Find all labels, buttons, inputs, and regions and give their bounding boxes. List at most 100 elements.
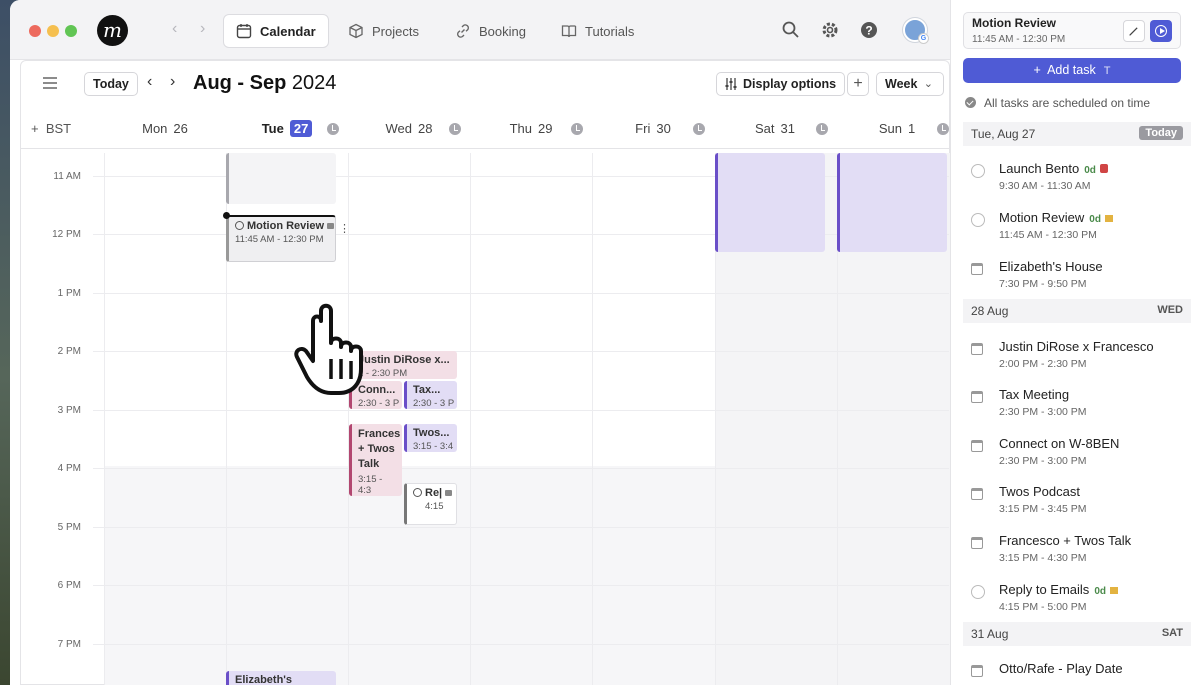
clock-icon[interactable] bbox=[816, 123, 828, 135]
clock-icon[interactable] bbox=[571, 123, 583, 135]
column-line bbox=[470, 153, 471, 685]
flag-icon bbox=[1104, 215, 1113, 222]
user-avatar[interactable]: G bbox=[903, 18, 929, 44]
today-button[interactable]: Today bbox=[84, 72, 138, 96]
tab-label: Calendar bbox=[260, 23, 316, 39]
task-circle-icon[interactable] bbox=[971, 164, 985, 178]
clock-icon[interactable] bbox=[327, 123, 339, 135]
resize-handle[interactable] bbox=[223, 212, 230, 219]
tab-label: Projects bbox=[372, 23, 419, 39]
event-weekend-block-sat[interactable] bbox=[715, 153, 825, 252]
flag-icon bbox=[1109, 587, 1118, 594]
tab-calendar[interactable]: Calendar bbox=[223, 14, 329, 48]
add-task-button[interactable]: + Add task T bbox=[963, 58, 1181, 83]
task-circle-icon[interactable] bbox=[235, 221, 244, 230]
current-task-time: 11:45 AM - 12:30 PM bbox=[972, 34, 1066, 45]
calendar-event-icon bbox=[971, 263, 983, 275]
view-select[interactable]: Week ⌄ bbox=[876, 72, 944, 96]
link-icon bbox=[457, 24, 469, 38]
task-circle-icon[interactable] bbox=[971, 585, 985, 599]
column-line bbox=[592, 153, 593, 685]
plus-icon: + bbox=[31, 121, 39, 136]
task-circle-icon[interactable] bbox=[971, 213, 985, 227]
tab-label: Tutorials bbox=[585, 23, 635, 39]
day-header-mon[interactable]: Mon 26 bbox=[104, 121, 226, 136]
hour-label: 7 PM bbox=[57, 639, 81, 650]
display-options-button[interactable]: Display options bbox=[716, 72, 846, 96]
hour-line bbox=[93, 527, 949, 528]
more-options-icon[interactable]: ⋮ bbox=[339, 221, 350, 237]
hour-line bbox=[93, 293, 949, 294]
event-tax-meeting[interactable]: Tax... 2:30 - 3 P bbox=[404, 381, 457, 409]
tab-booking[interactable]: Booking bbox=[443, 14, 538, 48]
calendar-event-icon bbox=[971, 391, 983, 403]
edit-button[interactable] bbox=[1123, 20, 1145, 42]
hour-label: 2 PM bbox=[57, 346, 81, 357]
window-close-button[interactable] bbox=[29, 25, 41, 37]
start-task-button[interactable] bbox=[1150, 20, 1172, 42]
back-arrow-icon[interactable]: ‹ bbox=[172, 20, 177, 38]
hour-line bbox=[93, 410, 949, 411]
day-group-header: 28 Aug WED bbox=[963, 299, 1191, 323]
hour-line bbox=[93, 351, 949, 352]
lock-icon bbox=[327, 223, 335, 229]
hour-label: 11 AM bbox=[53, 171, 81, 182]
event-francesco-twos-talk[interactable]: Frances + Twos Talk 3:15 - 4:3 bbox=[349, 424, 402, 496]
clock-icon[interactable] bbox=[937, 123, 949, 135]
lock-icon bbox=[445, 490, 453, 496]
timezone-label[interactable]: + BST bbox=[31, 121, 71, 136]
event-elizabeths-house[interactable]: Elizabeth's bbox=[226, 671, 336, 685]
chevron-down-icon: ⌄ bbox=[923, 78, 933, 90]
sliders-icon bbox=[725, 78, 737, 90]
clock-icon[interactable] bbox=[693, 123, 705, 135]
schedule-status: All tasks are scheduled on time bbox=[965, 96, 1150, 110]
calendar-event-icon bbox=[971, 440, 983, 452]
hour-label: 12 PM bbox=[52, 229, 81, 240]
next-week-icon[interactable]: › bbox=[170, 73, 175, 91]
window-minimize-button[interactable] bbox=[47, 25, 59, 37]
view-label: Week bbox=[885, 77, 918, 91]
event-launch-bento-block[interactable] bbox=[226, 153, 336, 204]
search-icon[interactable] bbox=[781, 20, 801, 40]
tab-projects[interactable]: Projects bbox=[336, 14, 431, 48]
top-bar: m ‹ › Calendar Projects Booking Tutorial… bbox=[10, 0, 950, 60]
window-zoom-button[interactable] bbox=[65, 25, 77, 37]
plus-icon: + bbox=[1033, 63, 1041, 77]
svg-text:?: ? bbox=[865, 24, 872, 38]
forward-arrow-icon[interactable]: › bbox=[200, 20, 205, 38]
help-icon[interactable]: ? bbox=[859, 20, 879, 40]
calendar-event-icon bbox=[971, 343, 983, 355]
event-motion-review[interactable]: Motion Review 11:45 AM - 12:30 PM bbox=[226, 215, 336, 262]
book-icon bbox=[561, 25, 577, 38]
hour-label: 5 PM bbox=[57, 522, 81, 533]
tab-tutorials[interactable]: Tutorials bbox=[549, 14, 646, 48]
menu-icon[interactable] bbox=[43, 77, 57, 89]
calendar-event-icon bbox=[971, 665, 983, 677]
prev-week-icon[interactable]: ‹ bbox=[147, 73, 152, 91]
current-task-card[interactable]: Motion Review 11:45 AM - 12:30 PM bbox=[963, 12, 1181, 49]
hour-label: 1 PM bbox=[57, 288, 81, 299]
hour-line bbox=[93, 644, 949, 645]
add-event-button[interactable]: + bbox=[847, 72, 869, 96]
plus-icon: + bbox=[853, 75, 863, 92]
day-group-header: Tue, Aug 27 Today bbox=[963, 122, 1191, 146]
gear-icon[interactable] bbox=[820, 20, 840, 40]
display-options-label: Display options bbox=[743, 77, 837, 91]
column-line bbox=[104, 153, 105, 685]
app-window: m ‹ › Calendar Projects Booking Tutorial… bbox=[10, 0, 1200, 685]
day-header-row: + BST Mon 26 Tue 27 Wed 28 Thu 29 Fri 30 Sat 3… bbox=[21, 111, 949, 149]
day-group-header: 31 Aug SAT bbox=[963, 622, 1191, 646]
event-weekend-block-sun[interactable] bbox=[837, 153, 947, 252]
calendar-event-icon bbox=[971, 488, 983, 500]
google-badge-icon: G bbox=[918, 33, 929, 44]
task-circle-icon[interactable] bbox=[413, 488, 422, 497]
clock-icon[interactable] bbox=[449, 123, 461, 135]
hour-label: 4 PM bbox=[57, 463, 81, 474]
event-twos-podcast[interactable]: Twos... 3:15 - 3:4 bbox=[404, 424, 457, 452]
calendar-icon bbox=[236, 24, 252, 39]
priority-flag-icon bbox=[1099, 164, 1108, 173]
week-grid[interactable]: 11 AM 12 PM 1 PM 2 PM 3 PM 4 PM 5 PM 6 P… bbox=[21, 153, 959, 685]
hour-label: 3 PM bbox=[57, 405, 81, 416]
current-task-title: Motion Review bbox=[972, 16, 1057, 30]
event-reply-to-emails[interactable]: Re| 4:15 bbox=[404, 483, 457, 525]
